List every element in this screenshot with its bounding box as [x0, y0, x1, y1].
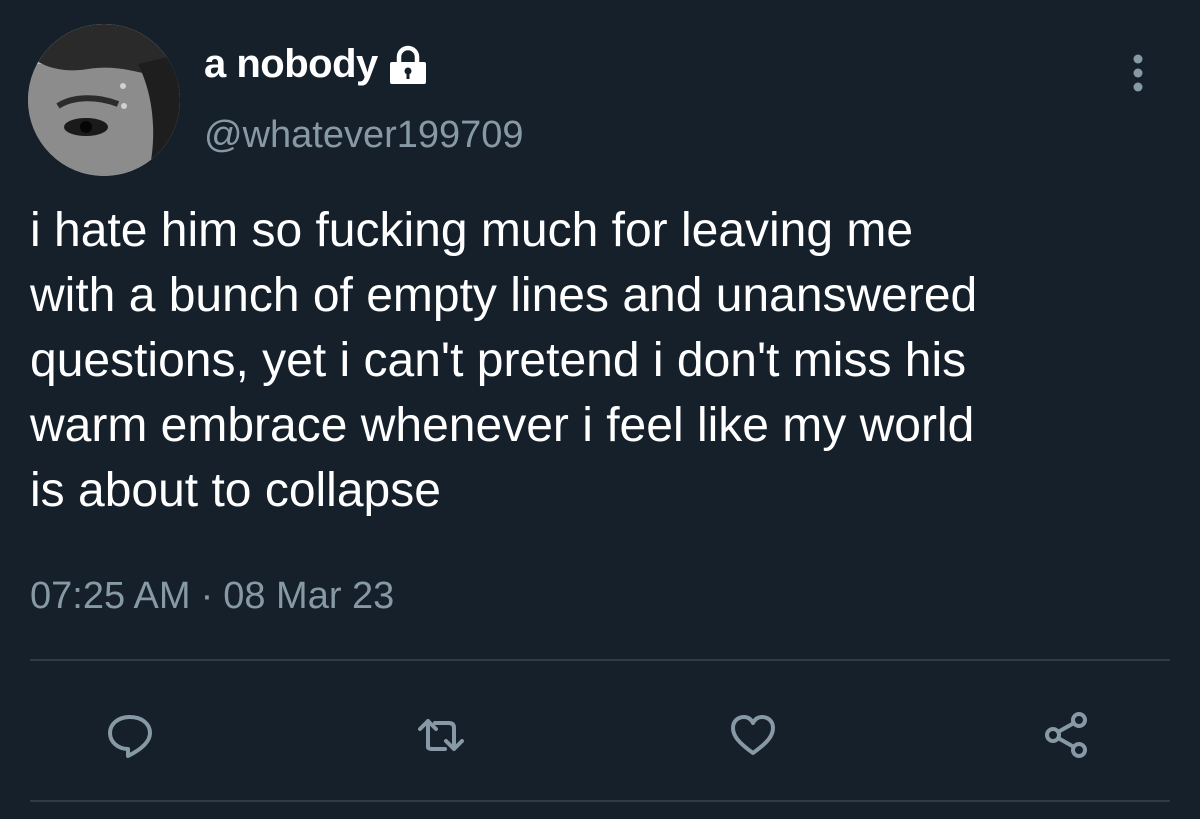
tweet-text: i hate him so fucking much for leaving m…: [30, 204, 978, 517]
avatar[interactable]: [28, 24, 180, 176]
more-options-button[interactable]: [1118, 50, 1158, 100]
user-handle[interactable]: @whatever199709: [204, 114, 524, 157]
action-bar: [0, 700, 1200, 770]
avatar-photo: [28, 24, 180, 176]
timestamp-separator: ·: [200, 575, 214, 617]
reply-icon: [108, 715, 152, 758]
timestamp-row: 07:25 AM · 08 Mar 23: [30, 575, 394, 618]
like-icon: [731, 715, 775, 755]
lock-icon: [386, 43, 430, 87]
share-button[interactable]: [1032, 700, 1102, 770]
bottom-divider: [30, 800, 1170, 802]
retweet-button[interactable]: [406, 700, 476, 770]
more-vertical-icon: [1133, 54, 1143, 92]
share-icon: [1045, 712, 1087, 758]
divider: [30, 659, 1170, 661]
display-name-row: a nobody: [204, 42, 430, 87]
retweet-icon: [418, 719, 464, 751]
like-button[interactable]: [718, 700, 788, 770]
tweet-time[interactable]: 07:25 AM: [30, 575, 191, 618]
display-name[interactable]: a nobody: [204, 42, 378, 87]
reply-button[interactable]: [95, 700, 165, 770]
tweet-date[interactable]: 08 Mar 23: [223, 575, 394, 618]
